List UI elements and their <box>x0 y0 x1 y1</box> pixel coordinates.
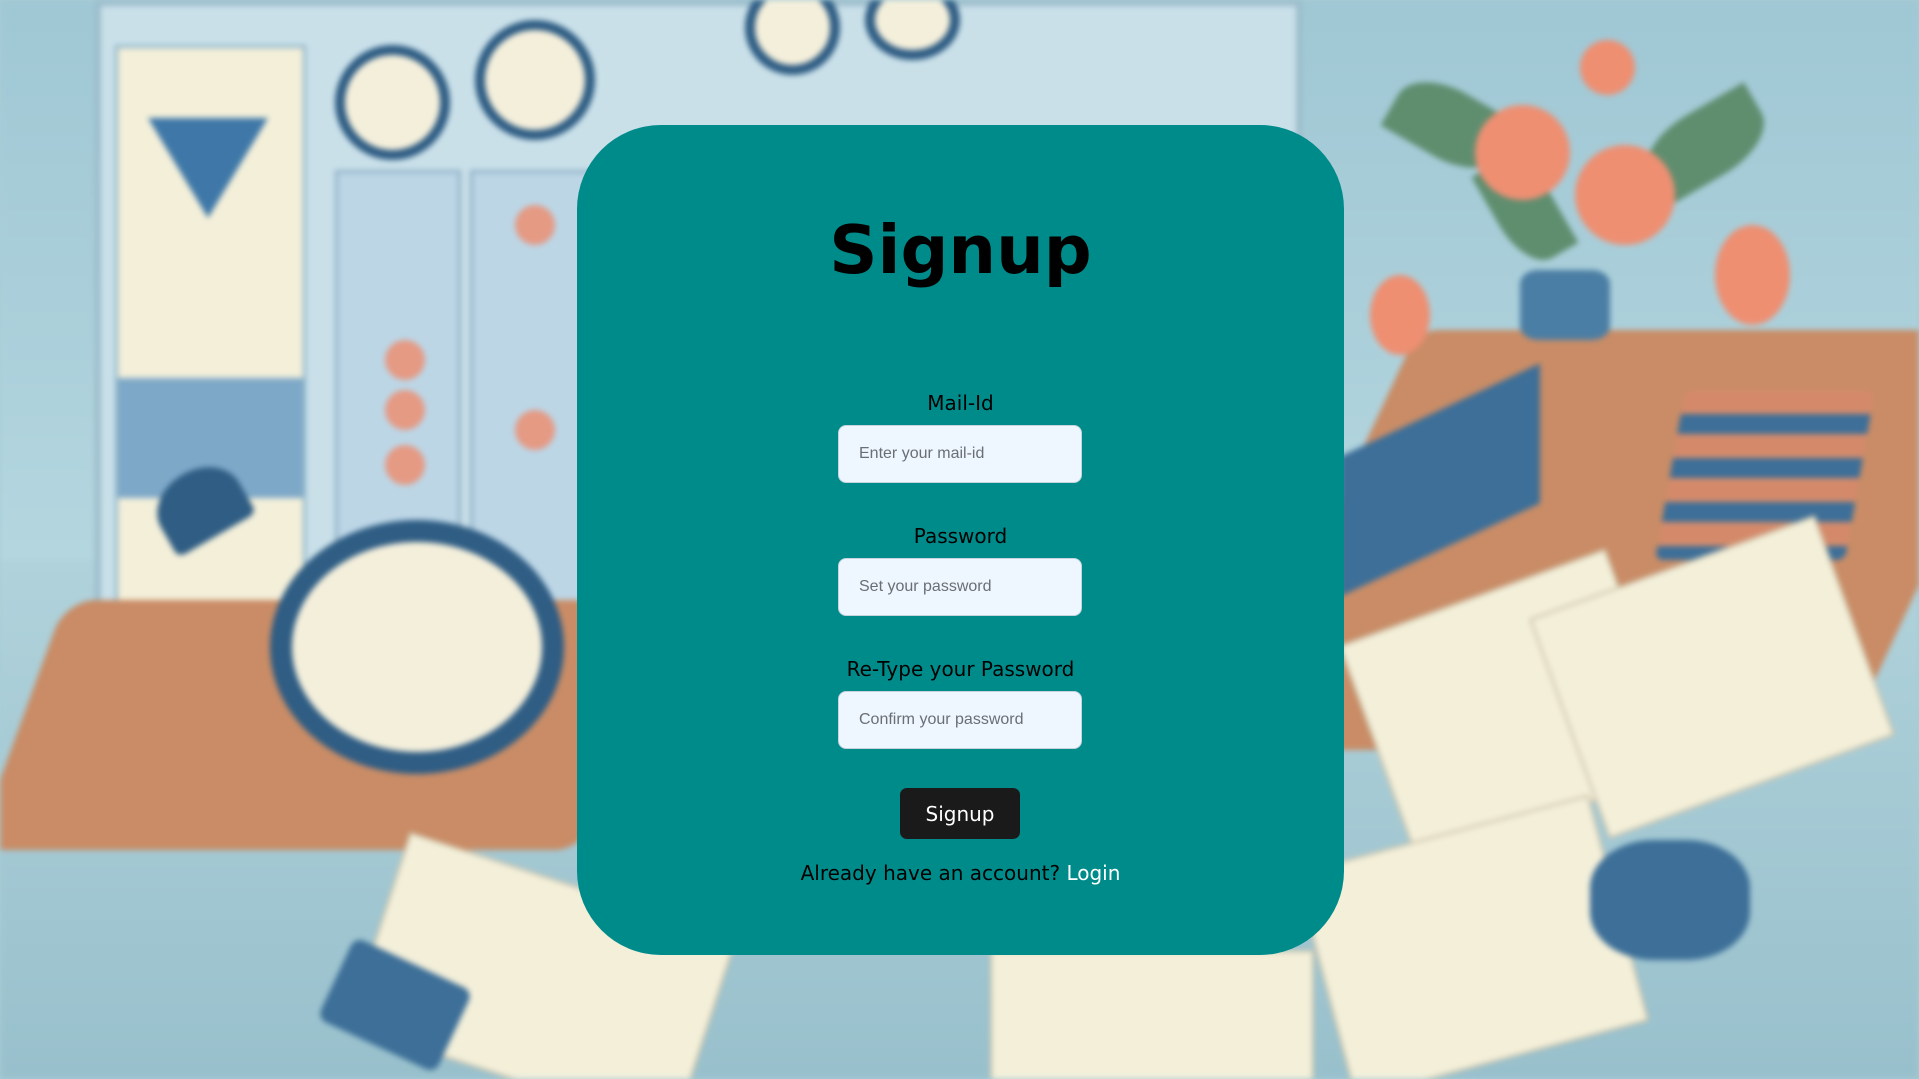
confirm-password-label: Re-Type your Password <box>846 657 1075 681</box>
page-title: Signup <box>829 211 1092 289</box>
bg-clock-icon <box>335 45 450 160</box>
bg-mouse-icon <box>1590 840 1750 960</box>
confirm-password-field[interactable] <box>838 691 1082 749</box>
email-label: Mail-Id <box>927 391 994 415</box>
bg-paper <box>990 950 1314 1079</box>
login-link[interactable]: Login <box>1066 861 1120 885</box>
bg-dot <box>385 390 425 430</box>
password-field[interactable] <box>838 558 1082 616</box>
password-label: Password <box>913 524 1008 548</box>
bg-flower <box>1580 40 1635 95</box>
bg-dot <box>515 410 555 450</box>
login-prompt: Already have an account? Login <box>577 861 1344 885</box>
login-prompt-text: Already have an account? <box>800 861 1061 885</box>
bg-poster-logo <box>148 118 268 218</box>
bg-big-clock-icon <box>270 520 564 774</box>
bg-flower <box>1715 225 1790 325</box>
bg-flower <box>1475 105 1570 200</box>
bg-flower <box>1575 145 1675 245</box>
bg-dot <box>515 205 555 245</box>
bg-dot <box>385 445 425 485</box>
signup-card: Signup Mail-Id Password Re-Type your Pas… <box>577 125 1344 955</box>
email-field[interactable] <box>838 425 1082 483</box>
bg-vase <box>1520 270 1610 340</box>
signup-button[interactable]: Signup <box>900 788 1020 839</box>
bg-clock-icon <box>475 20 595 140</box>
bg-flower <box>1370 275 1430 355</box>
bg-dot <box>385 340 425 380</box>
